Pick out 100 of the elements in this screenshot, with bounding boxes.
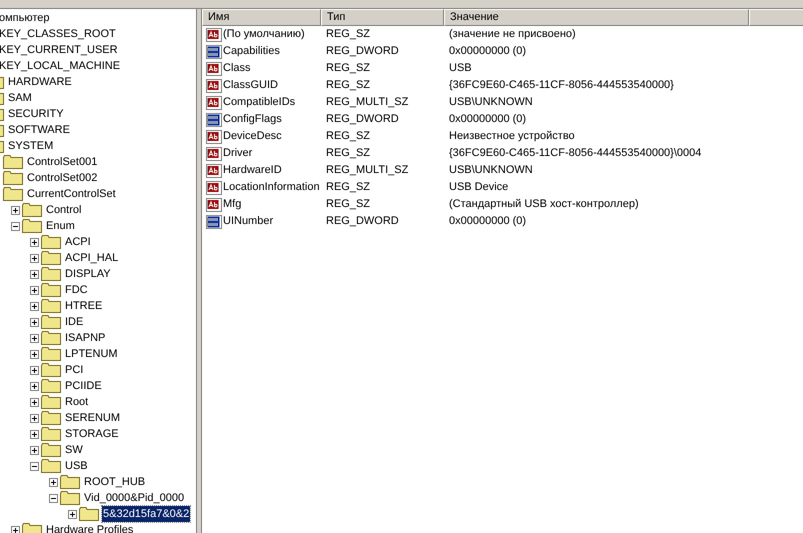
value-data: USB Device xyxy=(449,181,508,194)
value-name[interactable]: DeviceDesc xyxy=(223,128,282,145)
column-header[interactable]: Значение xyxy=(444,9,749,26)
value-data: {36FC9E60-C465-11CF-8056-444553540000}\0004 xyxy=(449,147,702,160)
expand-icon[interactable] xyxy=(30,446,39,454)
value-name[interactable]: ClassGUID xyxy=(223,77,278,94)
string-value-icon xyxy=(206,146,222,160)
value-data: (значение не присвоено) xyxy=(449,28,576,40)
value-name[interactable]: Class xyxy=(223,60,251,77)
tree-item[interactable]: PCI xyxy=(64,362,84,378)
tree-item[interactable]: PCIIDE xyxy=(64,378,103,394)
tree-item[interactable]: STORAGE xyxy=(64,426,120,442)
value-type: REG_SZ xyxy=(326,79,370,92)
tree-item[interactable]: HTREE xyxy=(64,298,104,314)
value-type: REG_DWORD xyxy=(326,45,399,58)
tree-item[interactable]: ACPI_HAL xyxy=(64,250,120,266)
tree-item[interactable]: USB xyxy=(64,458,89,474)
folder-icon xyxy=(41,427,61,441)
value-name[interactable]: HardwareID xyxy=(223,162,282,179)
expand-icon[interactable] xyxy=(30,334,39,342)
folder-icon xyxy=(79,507,99,521)
string-value-icon xyxy=(206,164,222,178)
tree-item[interactable]: ControlSet002 xyxy=(26,170,98,186)
value-name[interactable]: Mfg xyxy=(223,196,242,213)
expand-icon[interactable] xyxy=(30,430,39,438)
collapse-icon[interactable] xyxy=(49,494,58,502)
tree-item[interactable]: ISAPNP xyxy=(64,330,106,346)
tree-item[interactable]: HARDWARE xyxy=(7,74,73,90)
expand-icon[interactable] xyxy=(30,366,39,374)
string-value-icon xyxy=(206,62,222,76)
value-data: 0x00000000 (0) xyxy=(449,113,526,126)
tree-item[interactable]: IDE xyxy=(64,314,84,330)
value-data: {36FC9E60-C465-11CF-8056-444553540000} xyxy=(449,79,674,92)
value-type: REG_MULTI_SZ xyxy=(326,96,408,108)
tree-item[interactable]: SYSTEM xyxy=(7,138,54,154)
tree-item[interactable]: ROOT_HUB xyxy=(83,474,146,490)
value-data: USB xyxy=(449,62,472,74)
tree-item[interactable]: ACPI xyxy=(64,234,92,250)
expand-icon[interactable] xyxy=(30,414,39,422)
tree-item[interactable]: SW xyxy=(64,442,84,458)
value-name[interactable]: (По умолчанию) xyxy=(223,26,305,43)
tree-item[interactable]: SAM xyxy=(7,90,33,106)
expand-icon[interactable] xyxy=(11,206,20,214)
tree-item[interactable]: SERENUM xyxy=(64,410,122,426)
expand-icon[interactable] xyxy=(30,398,39,406)
tree-item[interactable]: Root xyxy=(64,394,90,410)
tree-item[interactable]: KEY_CURRENT_USER xyxy=(0,42,119,58)
value-name[interactable]: Capabilities xyxy=(223,43,280,60)
column-header[interactable]: Тип xyxy=(321,9,444,26)
folder-icon xyxy=(41,315,61,329)
tree-item[interactable]: FDC xyxy=(64,282,89,298)
value-name[interactable]: CompatibleIDs xyxy=(223,94,296,111)
folder-icon xyxy=(3,187,23,201)
string-value-icon xyxy=(206,96,222,110)
tree-item[interactable]: Control xyxy=(45,202,82,218)
value-type: REG_SZ xyxy=(326,62,370,74)
tree-item[interactable]: SECURITY xyxy=(7,106,65,122)
value-data: (Стандартный USB хост-контроллер) xyxy=(449,198,639,210)
tree-item[interactable]: KEY_LOCAL_MACHINE xyxy=(0,58,122,74)
tree-item[interactable]: CurrentControlSet xyxy=(26,186,117,202)
folder-icon xyxy=(41,299,61,313)
tree-item[interactable]: SOFTWARE xyxy=(7,122,71,138)
tree-item[interactable]: DISPLAY xyxy=(64,266,112,282)
expand-icon[interactable] xyxy=(11,526,20,533)
tree-item[interactable]: LPTENUM xyxy=(64,346,119,362)
expand-icon[interactable] xyxy=(30,254,39,262)
value-name[interactable]: LocationInformation xyxy=(223,179,320,196)
folder-icon xyxy=(22,203,42,217)
string-value-icon xyxy=(206,78,222,92)
value-name[interactable]: ConfigFlags xyxy=(223,111,282,128)
folder-icon xyxy=(41,395,61,409)
binary-value-icon xyxy=(206,44,222,58)
tree-item[interactable]: Hardware Profiles xyxy=(45,522,134,533)
collapse-icon[interactable] xyxy=(11,222,20,230)
tree-item[interactable]: Vid_0000&Pid_0000 xyxy=(83,490,186,506)
folder-icon xyxy=(41,443,61,457)
expand-icon[interactable] xyxy=(49,478,58,486)
tree-item[interactable]: ControlSet001 xyxy=(26,154,98,170)
value-name[interactable]: UINumber xyxy=(223,213,274,230)
collapse-icon[interactable] xyxy=(30,462,39,470)
folder-icon xyxy=(60,491,80,505)
expand-icon[interactable] xyxy=(30,270,39,278)
expand-icon[interactable] xyxy=(30,382,39,390)
expand-icon[interactable] xyxy=(30,302,39,310)
expand-icon[interactable] xyxy=(68,510,77,518)
binary-value-icon xyxy=(206,214,222,228)
value-type: REG_SZ xyxy=(326,147,370,160)
expand-icon[interactable] xyxy=(30,238,39,246)
expand-icon[interactable] xyxy=(30,286,39,294)
folder-icon xyxy=(41,235,61,249)
tree-item[interactable]: KEY_CLASSES_ROOT xyxy=(0,26,117,42)
tree-item[interactable]: Enum xyxy=(45,218,76,234)
expand-icon[interactable] xyxy=(30,318,39,326)
value-name[interactable]: Driver xyxy=(223,145,252,162)
value-data: USB\UNKNOWN xyxy=(449,96,533,108)
column-header[interactable]: Имя xyxy=(202,9,321,26)
folder-icon xyxy=(41,283,61,297)
expand-icon[interactable] xyxy=(30,350,39,358)
tree-item[interactable]: 5&32d15fa7&0&2 xyxy=(102,506,190,522)
value-type: REG_DWORD xyxy=(326,215,399,228)
